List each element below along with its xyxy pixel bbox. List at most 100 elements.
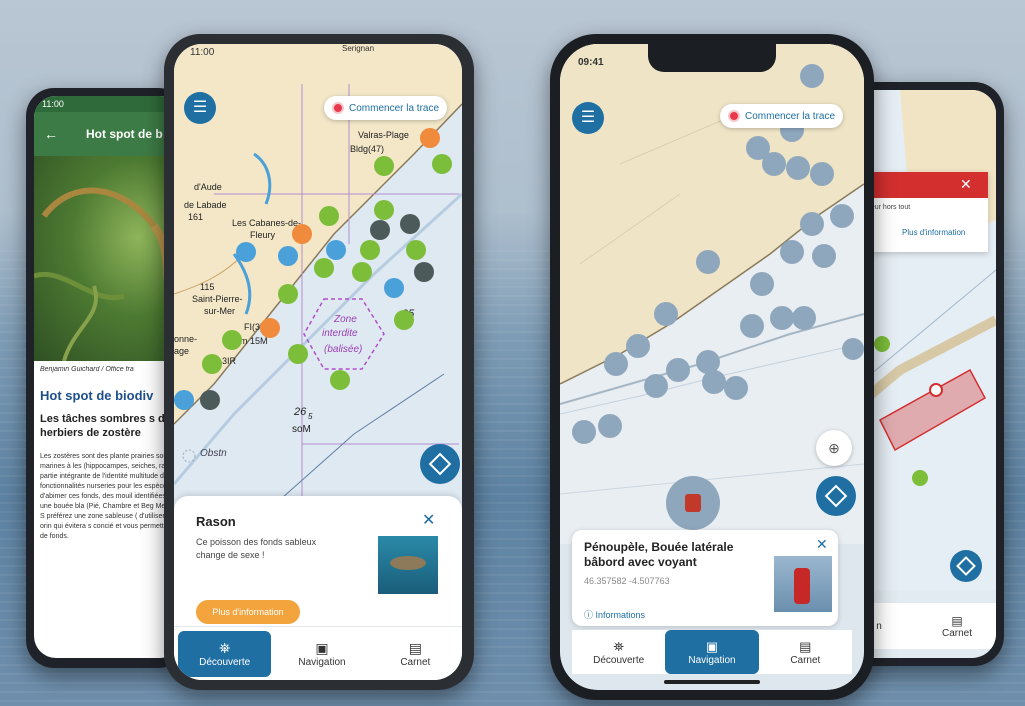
- tab-logbook[interactable]: ▤ Carnet: [918, 603, 996, 649]
- status-bar: 11:00: [34, 96, 182, 112]
- menu-button[interactable]: ☰: [572, 102, 604, 134]
- buoy-marker-icon[interactable]: [626, 334, 650, 358]
- info-link[interactable]: ⓘ Informations: [584, 608, 645, 621]
- crosshair-icon: ⊕: [828, 439, 840, 456]
- species-marker-icon[interactable]: [292, 224, 312, 244]
- selected-buoy-marker[interactable]: [666, 476, 720, 530]
- species-marker-icon[interactable]: [414, 262, 434, 282]
- tab-navigation[interactable]: ▣ Navigation: [275, 627, 368, 680]
- close-icon[interactable]: ✕: [960, 176, 972, 193]
- species-marker-icon[interactable]: [260, 318, 280, 338]
- phone-article: 11:00 ← Hot spot de b Benjamin Guichard …: [26, 88, 186, 668]
- species-marker-icon[interactable]: [374, 200, 394, 220]
- layers-button[interactable]: [950, 550, 982, 582]
- species-marker-icon[interactable]: [202, 354, 222, 374]
- tab-label: Carnet: [941, 627, 972, 639]
- phone-navigation-screen: ☰ 09:41 Commencer la trace ⊕ Pénoupèle, …: [560, 44, 864, 690]
- species-marker-icon[interactable]: [374, 156, 394, 176]
- record-dot-icon: [728, 110, 740, 122]
- buoy-marker-icon[interactable]: [724, 376, 748, 400]
- buoy-marker-icon[interactable]: [696, 250, 720, 274]
- locate-button[interactable]: ⊕: [816, 430, 852, 466]
- species-marker-icon[interactable]: [319, 206, 339, 226]
- species-marker-icon[interactable]: [370, 220, 390, 240]
- species-marker-icon[interactable]: [278, 246, 298, 266]
- buoy-marker-icon[interactable]: [572, 420, 596, 444]
- tab-discovery[interactable]: ⛯ Découverte: [178, 631, 272, 677]
- species-marker-icon[interactable]: [326, 240, 346, 260]
- buoy-marker-icon[interactable]: [786, 156, 810, 180]
- buoy-marker-icon[interactable]: [644, 374, 668, 398]
- photo-caption: Benjamin Guichard / Office fra: [40, 366, 134, 373]
- home-indicator: [664, 680, 760, 684]
- back-arrow-icon[interactable]: ←: [44, 126, 58, 142]
- info-card: Rason ✕ Ce poisson des fonds sableux cha…: [174, 496, 462, 626]
- alert-more-link[interactable]: Plus d'information: [902, 228, 965, 237]
- tab-label: Découverte: [593, 654, 645, 666]
- tab-navigation[interactable]: ▣ Navigation: [665, 630, 759, 674]
- tab-logbook[interactable]: ▤ Carnet: [759, 630, 852, 674]
- tab-logbook[interactable]: ▤ Carnet: [369, 627, 462, 680]
- species-marker-icon[interactable]: [222, 330, 242, 350]
- card-text: Ce poisson des fonds sableux change de s…: [196, 537, 317, 560]
- buoy-marker-icon[interactable]: [604, 352, 628, 376]
- bottom-nav: ⛯ Découverte ▣ Navigation ▤ Carnet: [174, 626, 462, 680]
- buoy-marker-icon[interactable]: [666, 358, 690, 382]
- buoy-marker-icon[interactable]: [762, 152, 786, 176]
- species-marker-icon[interactable]: [352, 262, 372, 282]
- species-marker-icon[interactable]: [400, 214, 420, 234]
- info-card: Pénoupèle, Bouée latérale bâbord avec vo…: [572, 530, 838, 626]
- menu-button[interactable]: ☰: [184, 92, 216, 124]
- species-marker-icon[interactable]: [174, 390, 194, 410]
- close-icon[interactable]: ✕: [816, 536, 828, 553]
- article-title: Hot spot de biodiv: [40, 388, 154, 403]
- species-marker-icon[interactable]: [394, 310, 414, 330]
- layers-button[interactable]: [420, 444, 460, 484]
- article-header: ← Hot spot de b: [34, 112, 182, 156]
- map-icon: ▣: [705, 638, 719, 654]
- more-info-button[interactable]: Plus d'information: [196, 600, 300, 624]
- map-label: sur-Mer: [204, 306, 235, 316]
- article-body: Les zostères sont des plante prairies so…: [40, 453, 178, 540]
- species-marker-icon[interactable]: [432, 154, 452, 174]
- start-trace-button[interactable]: Commencer la trace: [720, 104, 844, 128]
- species-marker-icon[interactable]: [200, 390, 220, 410]
- start-trace-button[interactable]: Commencer la trace: [324, 96, 448, 120]
- buoy-marker-icon[interactable]: [842, 338, 864, 360]
- map-label: Fleury: [250, 230, 276, 240]
- card-coordinates: 46.357582 -4.507763: [584, 576, 670, 586]
- buoy-marker-icon[interactable]: [740, 314, 764, 338]
- buoy-marker-icon[interactable]: [702, 370, 726, 394]
- close-icon[interactable]: ✕: [422, 510, 435, 530]
- species-marker-icon[interactable]: [384, 278, 404, 298]
- species-marker-icon[interactable]: [406, 240, 426, 260]
- species-marker-icon[interactable]: [236, 242, 256, 262]
- buoy-marker-icon[interactable]: [792, 306, 816, 330]
- buoy-marker-icon[interactable]: [654, 302, 678, 326]
- layers-button[interactable]: [816, 476, 856, 516]
- species-marker-icon[interactable]: [360, 240, 380, 260]
- species-marker-icon[interactable]: [420, 128, 440, 148]
- book-icon: ▤: [951, 613, 963, 628]
- buoy-marker-icon[interactable]: [830, 204, 854, 228]
- bottom-nav: ⛯ Découverte ▣ Navigation ▤ Carnet: [572, 630, 852, 674]
- phone-navigation: ☰ 09:41 Commencer la trace ⊕ Pénoupèle, …: [550, 34, 874, 700]
- buoy-marker-icon[interactable]: [598, 414, 622, 438]
- species-marker-icon[interactable]: [288, 344, 308, 364]
- buoy-marker-icon[interactable]: [770, 306, 794, 330]
- buoy-marker-icon[interactable]: [812, 244, 836, 268]
- map-label: Saint-Pierre-: [192, 294, 243, 304]
- buoy-photo: [774, 556, 832, 612]
- buoy-marker-icon[interactable]: [800, 212, 824, 236]
- buoy-marker-icon[interactable]: [780, 240, 804, 264]
- book-icon: ▤: [799, 638, 812, 654]
- species-marker-icon[interactable]: [278, 284, 298, 304]
- buoy-marker-icon[interactable]: [750, 272, 774, 296]
- species-marker-icon[interactable]: [330, 370, 350, 390]
- buoy-marker-icon[interactable]: [810, 162, 834, 186]
- status-bar: 11:00: [174, 44, 462, 62]
- tab-discovery[interactable]: ⛯ Découverte: [572, 630, 665, 674]
- tab-label: n: [876, 620, 882, 632]
- species-marker-icon[interactable]: [314, 258, 334, 278]
- map-label: 26: [294, 406, 307, 418]
